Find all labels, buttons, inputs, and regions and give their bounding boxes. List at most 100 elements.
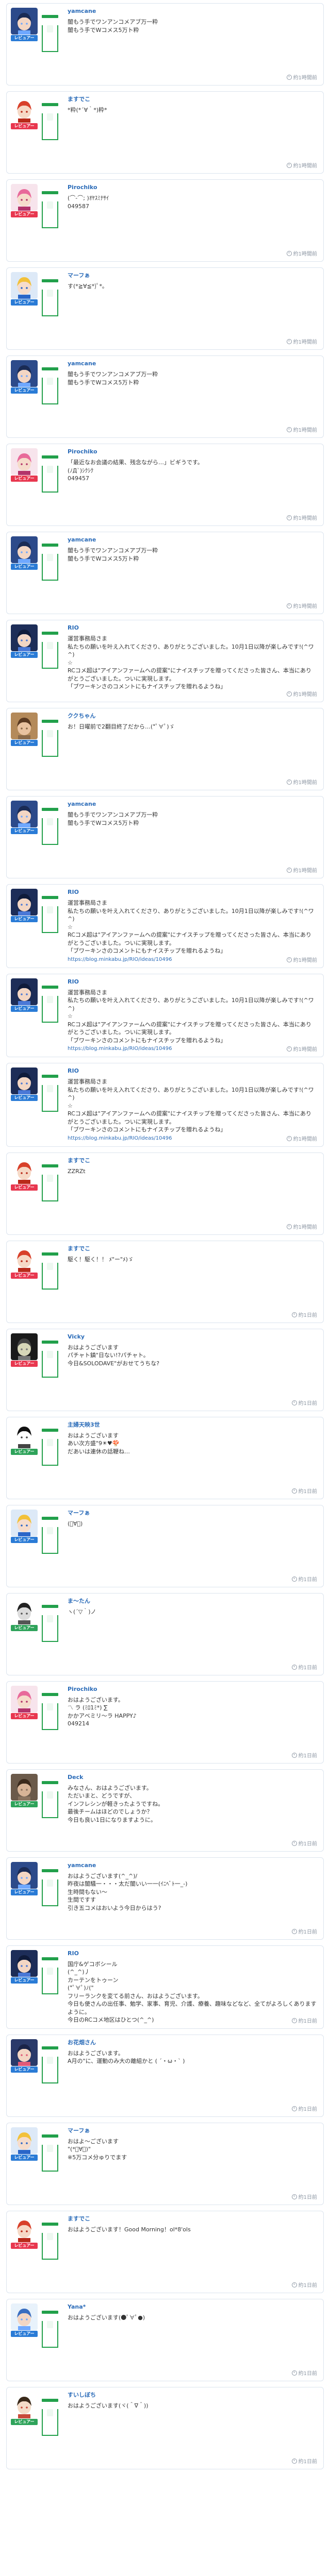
avatar-anime-pink[interactable] [11,1685,38,1713]
username-link[interactable]: マーフぁ [68,272,317,279]
comment-text: おはようございます(●ﾟ∀ﾟ●) [68,2314,145,2321]
user-block: レビュアー [11,1950,39,1984]
vote-card[interactable] [42,2046,58,2083]
avatar-anime-navy[interactable] [11,978,38,1005]
avatar-red-hair[interactable] [11,96,38,123]
vote-card[interactable] [42,544,58,581]
comment-card: レビュアー yamcane おはようございます(^_^)/ 昨夜は闇騒一・・・太… [6,1857,324,1940]
vote-card[interactable] [42,1252,58,1290]
username-link[interactable]: Pirochiko [68,1686,317,1693]
username-link[interactable]: マーフぁ [68,1510,317,1517]
comment-url-link[interactable]: https://blog.minkabu.jp/RIO/ideas/10496 [68,1045,317,1053]
vote-card[interactable] [42,2222,58,2260]
username-link[interactable]: ま〜たん [68,1598,317,1605]
vote-card[interactable] [42,2134,58,2172]
vote-card[interactable] [42,1692,58,1730]
avatar-anime-yellow[interactable] [11,1509,38,1536]
username-link[interactable]: RIO [68,1950,317,1957]
avatar-red-hair[interactable] [11,1245,38,1272]
avatar-photo-man[interactable] [11,1773,38,1801]
avatar-anime-yellow[interactable] [11,2127,38,2154]
vote-card[interactable] [42,1781,58,1818]
username-link[interactable]: RIO [68,624,317,632]
vote-card[interactable] [42,191,58,228]
username-link[interactable]: Vicky [68,1333,317,1341]
comment-card: レビュアー Pirochiko 「最近なお会議の結果、残念ながら…」ビギうです。… [6,444,324,526]
username-link[interactable]: yamcane [68,8,317,15]
vote-card[interactable] [42,1957,58,1994]
comment-url-link[interactable]: https://blog.minkabu.jp/RIO/ideas/10496 [68,956,317,963]
vote-card[interactable] [42,1516,58,1554]
username-link[interactable]: 主婦天映3世 [68,1421,317,1429]
avatar-bw-creature[interactable] [11,1421,38,1448]
avatar-dark-moon[interactable] [11,1333,38,1360]
avatar-anime-navy[interactable] [11,1950,38,1977]
avatar-anime-blue[interactable] [11,360,38,387]
username-link[interactable]: RIO [68,889,317,896]
vote-card[interactable] [42,103,58,140]
comment-url-link[interactable]: https://blog.minkabu.jp/RIO/ideas/10496 [68,1135,317,1142]
comment-card: レビュアー マーフぁ (ﾟ∀ﾟ) 約1日前 [6,1504,324,1587]
vote-card[interactable] [42,1340,58,1378]
vote-card[interactable] [42,1869,58,1906]
vote-card[interactable] [42,985,58,1023]
username-link[interactable]: ますでこ [68,1157,317,1164]
user-block: レビュアー [11,1861,39,1895]
username-link[interactable]: マーフぁ [68,2127,317,2134]
username-link[interactable]: ククちゃん [68,713,317,720]
vote-card[interactable] [42,1428,58,1466]
username-link[interactable]: Pirochiko [68,448,317,455]
username-link[interactable]: ますでこ [68,1245,317,1252]
vote-card-header [42,2046,58,2049]
avatar-photo-child[interactable] [11,713,38,739]
vote-card[interactable] [42,2310,58,2348]
vote-card[interactable] [42,1075,58,1112]
vote-card[interactable] [42,1604,58,1642]
username-link[interactable]: yamcane [68,536,317,544]
avatar-anime-navy[interactable] [11,1067,38,1094]
vote-card[interactable] [42,15,58,52]
vote-card[interactable] [42,896,58,933]
vote-card[interactable] [42,1164,58,1201]
avatar-anime-blue[interactable] [11,8,38,35]
vote-card[interactable] [42,720,58,757]
username-link[interactable]: お花畑さん [68,2039,317,2046]
vote-card[interactable] [42,632,58,669]
avatar-anime-group[interactable] [11,2039,38,2066]
avatar-anime-blue[interactable] [11,536,38,563]
username-link[interactable]: Deck [68,1774,317,1781]
username-link[interactable]: ますでこ [68,2215,317,2223]
avatar-red-hair[interactable] [11,1157,38,1184]
vote-card[interactable] [42,455,58,493]
timestamp-text: 約1時間前 [293,1136,317,1142]
vote-card-header [42,1428,58,1432]
username-link[interactable]: yamcane [68,801,317,808]
avatar-anime-navy[interactable] [11,624,38,651]
avatar-anime-yellow[interactable] [11,272,38,299]
username-link[interactable]: yamcane [68,360,317,367]
username-link[interactable]: RIO [68,1067,317,1075]
comment-body: RIO 運営事務局さま 私たちの願いを叶え入れてくださり、ありがとうございました… [68,885,323,968]
username-link[interactable]: ますでこ [68,96,317,103]
vote-card[interactable] [42,808,58,845]
vote-card[interactable] [42,367,58,404]
username-link[interactable]: Yana* [68,2303,317,2311]
comment-text: 運営事務局さま 私たちの願いを叶え入れてくださり、ありがとうございました。10月… [68,900,314,954]
vote-card[interactable] [42,279,58,316]
avatar-anime-pink[interactable] [11,184,38,211]
avatar-anime-boy[interactable] [11,2391,38,2418]
avatar-anime-sky[interactable] [11,2303,38,2330]
avatar-anime-navy[interactable] [11,889,38,916]
username-link[interactable]: すいしぼち [68,2392,317,2399]
avatar-anime-blue[interactable] [11,1861,38,1889]
user-block: レビュアー [11,1245,39,1279]
avatar-bw-godzilla[interactable] [11,1597,38,1624]
username-link[interactable]: RIO [68,978,317,986]
avatar-anime-pink[interactable] [11,448,38,475]
username-link[interactable]: Pirochiko [68,184,317,191]
timestamp: 約1日前 [291,2457,317,2465]
avatar-anime-blue[interactable] [11,801,38,827]
vote-card[interactable] [42,2398,58,2436]
avatar-red-hair[interactable] [11,2215,38,2242]
username-link[interactable]: yamcane [68,1862,317,1869]
